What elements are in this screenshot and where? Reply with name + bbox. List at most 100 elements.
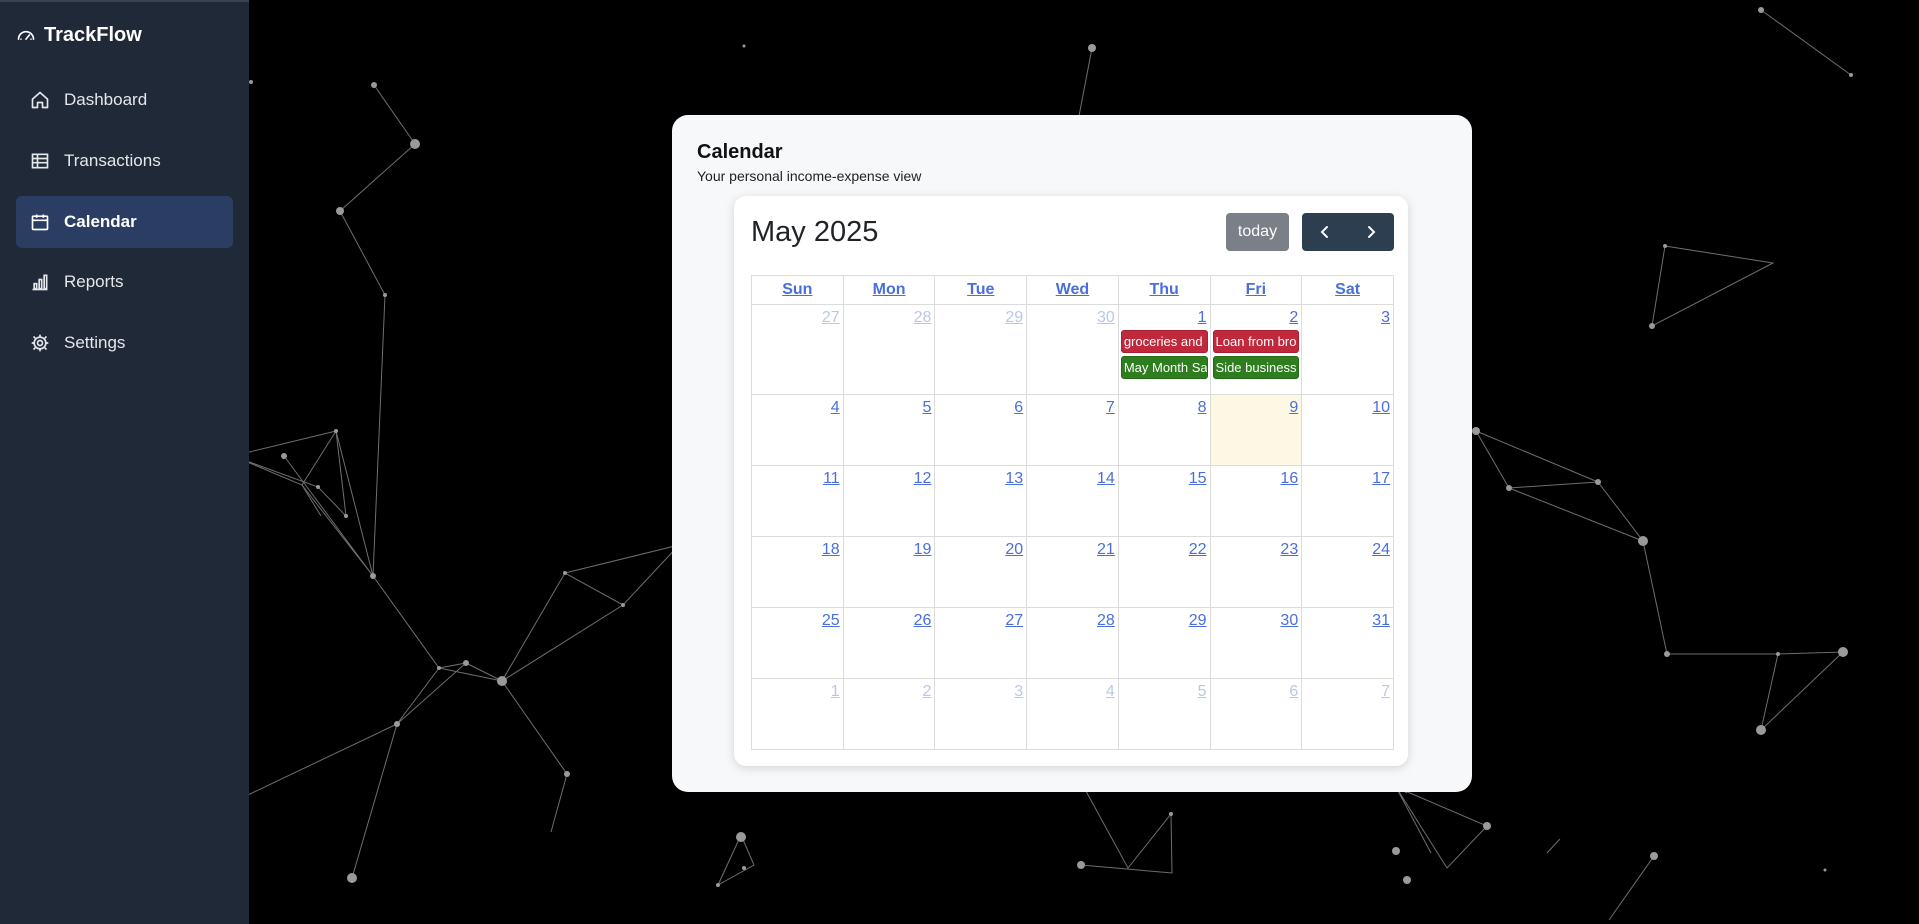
day-number[interactable]: 2	[1211, 305, 1302, 327]
day-number[interactable]: 29	[935, 305, 1026, 327]
day-cell[interactable]: 1	[751, 678, 844, 750]
day-cell[interactable]: 18	[751, 536, 844, 608]
day-cell[interactable]: 5	[1117, 678, 1211, 750]
day-number[interactable]: 8	[1119, 395, 1210, 417]
day-cell[interactable]: 30	[1209, 607, 1303, 679]
day-cell[interactable]: 5	[842, 394, 936, 466]
day-cell[interactable]: 17	[1301, 465, 1394, 537]
day-cell[interactable]: 10	[1301, 394, 1394, 466]
day-number[interactable]: 12	[844, 466, 935, 488]
day-cell[interactable]: 28	[842, 304, 936, 395]
day-number[interactable]: 30	[1211, 608, 1302, 630]
weekday-header[interactable]: Wed	[1026, 275, 1119, 305]
day-number[interactable]: 27	[935, 608, 1026, 630]
app-brand[interactable]: TrackFlow	[16, 22, 142, 48]
day-cell[interactable]: 21	[1026, 536, 1119, 608]
day-cell[interactable]: 23	[1209, 536, 1303, 608]
next-month-button[interactable]	[1348, 213, 1394, 251]
day-number[interactable]: 10	[1302, 395, 1393, 417]
day-number[interactable]: 28	[844, 305, 935, 327]
day-cell[interactable]: 7	[1026, 394, 1119, 466]
weekday-header[interactable]: Fri	[1209, 275, 1303, 305]
day-cell[interactable]: 31	[1301, 607, 1394, 679]
sidebar-item-settings[interactable]: Settings	[16, 317, 233, 369]
day-number[interactable]: 3	[935, 679, 1026, 701]
day-number[interactable]: 5	[1119, 679, 1210, 701]
sidebar-item-reports[interactable]: Reports	[16, 256, 233, 308]
day-cell[interactable]: 27	[934, 607, 1028, 679]
day-cell[interactable]: 16	[1209, 465, 1303, 537]
day-cell[interactable]: 7	[1301, 678, 1394, 750]
day-cell[interactable]: 4	[751, 394, 844, 466]
day-cell[interactable]: 28	[1026, 607, 1119, 679]
day-number[interactable]: 18	[752, 537, 843, 559]
day-number[interactable]: 15	[1119, 466, 1210, 488]
day-cell[interactable]: 3	[1301, 304, 1394, 395]
day-cell[interactable]: 1 groceries and May Month Sa	[1117, 304, 1211, 395]
day-cell[interactable]: 24	[1301, 536, 1394, 608]
weekday-header[interactable]: Sun	[751, 275, 844, 305]
today-button[interactable]: today	[1226, 213, 1289, 251]
day-cell[interactable]: 15	[1117, 465, 1211, 537]
day-number[interactable]: 31	[1302, 608, 1393, 630]
day-number[interactable]: 5	[844, 395, 935, 417]
day-cell[interactable]: 27	[751, 304, 844, 395]
weekday-header[interactable]: Thu	[1117, 275, 1211, 305]
day-number[interactable]: 22	[1119, 537, 1210, 559]
day-cell[interactable]: 30	[1026, 304, 1119, 395]
day-cell[interactable]: 25	[751, 607, 844, 679]
day-cell[interactable]: 3	[934, 678, 1028, 750]
day-cell[interactable]: 12	[842, 465, 936, 537]
day-cell[interactable]: 6	[934, 394, 1028, 466]
day-number[interactable]: 29	[1119, 608, 1210, 630]
sidebar-item-calendar[interactable]: Calendar	[16, 196, 233, 248]
calendar-event[interactable]: groceries and	[1120, 330, 1208, 353]
day-number[interactable]: 13	[935, 466, 1026, 488]
day-cell[interactable]: 6	[1209, 678, 1303, 750]
day-cell[interactable]: 2	[842, 678, 936, 750]
day-number[interactable]: 19	[844, 537, 935, 559]
day-number[interactable]: 6	[1211, 679, 1302, 701]
weekday-header[interactable]: Mon	[842, 275, 936, 305]
day-cell[interactable]: 11	[751, 465, 844, 537]
day-cell[interactable]: 14	[1026, 465, 1119, 537]
day-number[interactable]: 1	[1119, 305, 1210, 327]
day-number[interactable]: 25	[752, 608, 843, 630]
day-cell[interactable]: 8	[1117, 394, 1211, 466]
day-cell-today[interactable]: 9	[1209, 394, 1303, 466]
sidebar-item-transactions[interactable]: Transactions	[16, 135, 233, 187]
day-number[interactable]: 23	[1211, 537, 1302, 559]
day-number[interactable]: 4	[1027, 679, 1118, 701]
day-number[interactable]: 9	[1211, 395, 1302, 417]
day-cell[interactable]: 22	[1117, 536, 1211, 608]
day-cell[interactable]: 2 Loan from bro Side business	[1209, 304, 1303, 395]
day-number[interactable]: 11	[752, 466, 843, 488]
calendar-event[interactable]: Side business	[1212, 356, 1300, 379]
day-number[interactable]: 21	[1027, 537, 1118, 559]
day-number[interactable]: 26	[844, 608, 935, 630]
day-cell[interactable]: 13	[934, 465, 1028, 537]
day-cell[interactable]: 26	[842, 607, 936, 679]
weekday-header[interactable]: Tue	[934, 275, 1028, 305]
day-number[interactable]: 3	[1302, 305, 1393, 327]
day-number[interactable]: 1	[752, 679, 843, 701]
day-cell[interactable]: 29	[1117, 607, 1211, 679]
day-number[interactable]: 24	[1302, 537, 1393, 559]
day-number[interactable]: 4	[752, 395, 843, 417]
prev-month-button[interactable]	[1302, 213, 1348, 251]
day-cell[interactable]: 4	[1026, 678, 1119, 750]
day-cell[interactable]: 20	[934, 536, 1028, 608]
day-number[interactable]: 7	[1302, 679, 1393, 701]
calendar-event[interactable]: May Month Sa	[1120, 356, 1208, 379]
day-number[interactable]: 30	[1027, 305, 1118, 327]
day-number[interactable]: 20	[935, 537, 1026, 559]
weekday-header[interactable]: Sat	[1301, 275, 1394, 305]
day-number[interactable]: 14	[1027, 466, 1118, 488]
day-cell[interactable]: 29	[934, 304, 1028, 395]
day-cell[interactable]: 19	[842, 536, 936, 608]
day-number[interactable]: 17	[1302, 466, 1393, 488]
calendar-event[interactable]: Loan from bro	[1212, 330, 1300, 353]
day-number[interactable]: 28	[1027, 608, 1118, 630]
day-number[interactable]: 7	[1027, 395, 1118, 417]
day-number[interactable]: 27	[752, 305, 843, 327]
